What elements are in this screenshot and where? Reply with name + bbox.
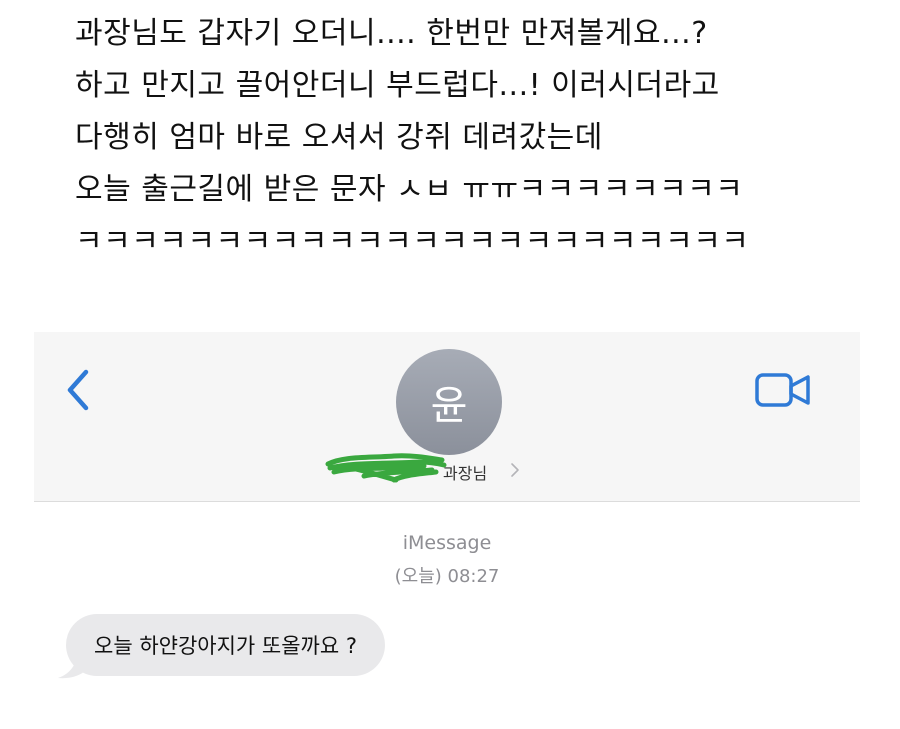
avatar-initial: 윤 [430,383,468,429]
message-bubble[interactable]: 오늘 하얀강아지가 또올까요 ? [66,614,386,676]
caption-line: 과장님도 갑자기 오더니.... 한번만 만져볼게요...? [75,16,708,51]
message-timestamp: (오늘) 08:27 [394,566,500,587]
messages-screenshot: 윤 과장님 iMessage (오늘) 08:27 오늘 하얀강아지가 또올까요… [34,332,860,729]
message-text: 오늘 하얀강아지가 또올까요 ? [94,634,358,658]
caption-line: 오늘 출근길에 받은 문자 ㅅㅂ ㅠㅠㅋㅋㅋㅋㅋㅋㅋㅋ [75,172,744,207]
conversation-header: 윤 과장님 [34,332,860,502]
service-label: iMessage [402,532,492,554]
caption-line: ㅋㅋㅋㅋㅋㅋㅋㅋㅋㅋㅋㅋㅋㅋㅋㅋㅋㅋㅋㅋㅋㅋㅋㅋ [75,224,750,259]
redaction-scribble [325,453,447,483]
chevron-right-icon [511,463,519,477]
video-camera-icon [755,373,810,407]
caption-line: 다행히 엄마 바로 오셔서 강쥐 데려갔는데 [75,120,603,155]
back-button[interactable] [62,368,98,412]
post-caption: 과장님도 갑자기 오더니.... 한번만 만져볼게요...? 하고 만지고 끌어… [75,8,875,268]
video-call-button[interactable] [754,370,814,410]
chevron-left-icon [67,369,89,411]
caption-line: 하고 만지고 끌어안더니 부드럽다...! 이러시더라고 [75,68,720,103]
contact-name: 과장님 [443,464,488,483]
contact-name-button[interactable]: 과장님 [324,450,574,486]
contact-avatar[interactable]: 윤 [396,349,502,455]
